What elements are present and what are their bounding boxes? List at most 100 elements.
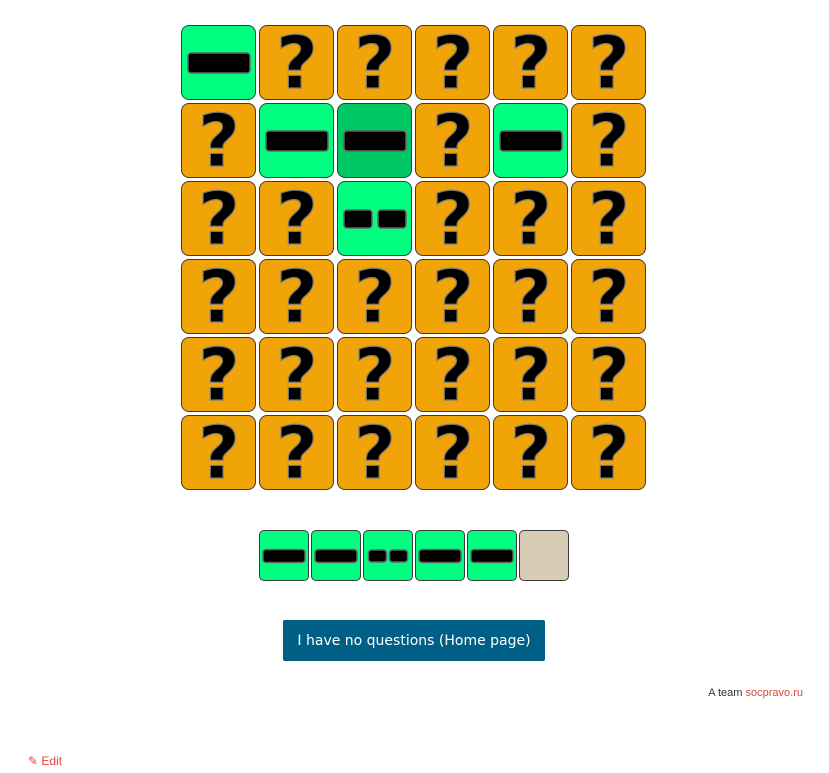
svg-text:?: ? (588, 106, 630, 176)
question-mark-icon: ? (587, 418, 630, 488)
question-mark-icon: ? (275, 262, 318, 332)
tile-r6-c2[interactable]: ? (259, 415, 334, 490)
svg-text:?: ? (354, 262, 396, 332)
long-dash-icon (262, 548, 306, 563)
pencil-icon: ✎ (28, 754, 39, 768)
tile-r5-c4[interactable]: ? (415, 337, 490, 412)
game-board: ??????????????????????????????? (181, 25, 646, 490)
question-mark-icon: ? (353, 262, 396, 332)
question-mark-icon: ? (353, 340, 396, 410)
tile-r1-c3[interactable]: ? (337, 25, 412, 100)
sequence-slot-2 (311, 530, 361, 581)
tile-r6-c6[interactable]: ? (571, 415, 646, 490)
tile-r3-c6[interactable]: ? (571, 181, 646, 256)
tile-r1-c5[interactable]: ? (493, 25, 568, 100)
svg-text:?: ? (198, 340, 240, 410)
tile-r1-c2[interactable]: ? (259, 25, 334, 100)
long-dash-icon (498, 129, 563, 152)
question-mark-icon: ? (509, 418, 552, 488)
sequence-slot-6 (519, 530, 569, 581)
svg-text:?: ? (432, 340, 474, 410)
tile-r4-c5[interactable]: ? (493, 259, 568, 334)
svg-text:?: ? (510, 418, 552, 488)
tile-r2-c2[interactable] (259, 103, 334, 178)
tile-r5-c6[interactable]: ? (571, 337, 646, 412)
svg-text:?: ? (588, 184, 630, 254)
svg-text:?: ? (276, 184, 318, 254)
tile-r4-c4[interactable]: ? (415, 259, 490, 334)
svg-text:?: ? (276, 262, 318, 332)
sequence-slot-4 (415, 530, 465, 581)
edit-label: Edit (41, 754, 63, 768)
tile-r3-c3[interactable] (337, 181, 412, 256)
tile-r2-c3[interactable] (337, 103, 412, 178)
question-mark-icon: ? (509, 184, 552, 254)
question-mark-icon: ? (431, 340, 474, 410)
tile-r6-c5[interactable]: ? (493, 415, 568, 490)
svg-text:?: ? (510, 262, 552, 332)
tile-r3-c5[interactable]: ? (493, 181, 568, 256)
svg-text:?: ? (432, 418, 474, 488)
tile-r5-c3[interactable]: ? (337, 337, 412, 412)
edit-link[interactable]: ✎ Edit (28, 754, 62, 768)
tile-r1-c4[interactable]: ? (415, 25, 490, 100)
svg-text:?: ? (198, 106, 240, 176)
svg-text:?: ? (588, 340, 630, 410)
question-mark-icon: ? (587, 106, 630, 176)
svg-text:?: ? (588, 28, 630, 98)
svg-text:?: ? (588, 262, 630, 332)
home-page-button[interactable]: I have no questions (Home page) (283, 620, 545, 661)
tile-r2-c6[interactable]: ? (571, 103, 646, 178)
tile-r2-c4[interactable]: ? (415, 103, 490, 178)
question-mark-icon: ? (275, 340, 318, 410)
tile-r6-c4[interactable]: ? (415, 415, 490, 490)
long-dash-icon (186, 51, 251, 74)
double-short-dash-icon (367, 548, 409, 563)
tile-r3-c4[interactable]: ? (415, 181, 490, 256)
question-mark-icon: ? (587, 28, 630, 98)
question-mark-icon: ? (197, 340, 240, 410)
tile-r6-c1[interactable]: ? (181, 415, 256, 490)
svg-text:?: ? (432, 28, 474, 98)
svg-text:?: ? (354, 340, 396, 410)
svg-text:?: ? (198, 184, 240, 254)
double-short-dash-icon (342, 208, 407, 229)
long-dash-icon (264, 129, 329, 152)
tile-r2-c1[interactable]: ? (181, 103, 256, 178)
question-mark-icon: ? (509, 340, 552, 410)
question-mark-icon: ? (587, 340, 630, 410)
question-mark-icon: ? (431, 28, 474, 98)
sequence-slot-1 (259, 530, 309, 581)
question-mark-icon: ? (353, 28, 396, 98)
question-mark-icon: ? (353, 418, 396, 488)
answer-sequence (259, 530, 569, 581)
long-dash-icon (314, 548, 358, 563)
tile-r3-c2[interactable]: ? (259, 181, 334, 256)
tile-r2-c5[interactable] (493, 103, 568, 178)
question-mark-icon: ? (197, 262, 240, 332)
tile-r1-c1[interactable] (181, 25, 256, 100)
svg-text:?: ? (198, 418, 240, 488)
tile-r5-c2[interactable]: ? (259, 337, 334, 412)
tile-r1-c6[interactable]: ? (571, 25, 646, 100)
tile-r4-c6[interactable]: ? (571, 259, 646, 334)
svg-text:?: ? (276, 340, 318, 410)
svg-text:?: ? (432, 262, 474, 332)
svg-text:?: ? (510, 340, 552, 410)
team-credit: A team socpravo.ru (708, 687, 803, 699)
svg-text:?: ? (510, 28, 552, 98)
tile-r5-c1[interactable]: ? (181, 337, 256, 412)
tile-r5-c5[interactable]: ? (493, 337, 568, 412)
tile-r3-c1[interactable]: ? (181, 181, 256, 256)
tile-r4-c1[interactable]: ? (181, 259, 256, 334)
sequence-slot-5 (467, 530, 517, 581)
tile-r4-c3[interactable]: ? (337, 259, 412, 334)
long-dash-icon (418, 548, 462, 563)
tile-r4-c2[interactable]: ? (259, 259, 334, 334)
question-mark-icon: ? (431, 418, 474, 488)
question-mark-icon: ? (509, 262, 552, 332)
tile-r6-c3[interactable]: ? (337, 415, 412, 490)
svg-text:?: ? (276, 28, 318, 98)
socpravo-link[interactable]: socpravo.ru (746, 687, 803, 699)
long-dash-icon (342, 129, 407, 152)
